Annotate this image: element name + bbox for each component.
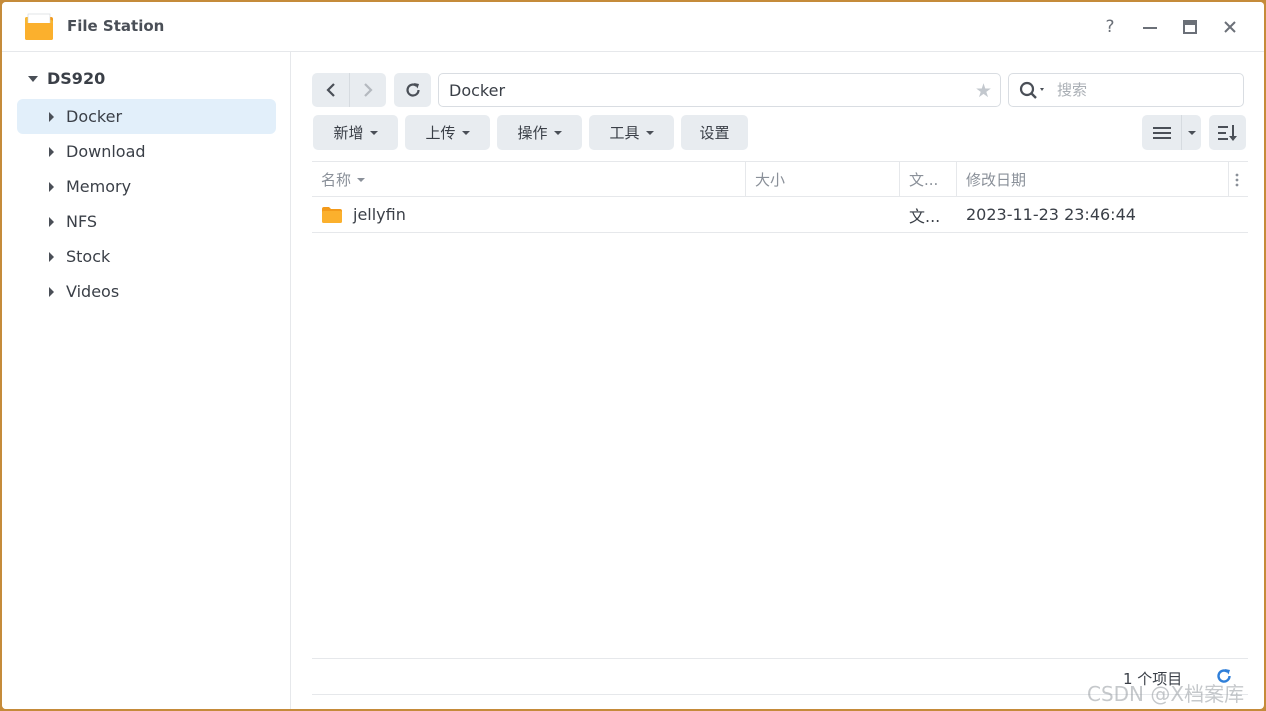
new-label: 新增 [333, 124, 364, 142]
new-button[interactable]: 新增 [313, 115, 398, 150]
sort-icon [1217, 124, 1237, 141]
close-button[interactable] [1219, 16, 1241, 38]
caret-right-icon [49, 181, 54, 192]
action-button[interactable]: 操作 [497, 115, 582, 150]
sidebar-item-memory[interactable]: Memory [17, 169, 276, 204]
path-text: Docker [449, 80, 506, 100]
file-station-app-icon [25, 13, 53, 40]
table-row[interactable]: jellyfin 文... 2023-11-23 23:46:44 [312, 197, 1248, 233]
chevron-down-icon [553, 130, 562, 135]
maximize-button[interactable] [1179, 16, 1201, 38]
caret-right-icon [49, 111, 54, 122]
file-name: jellyfin [353, 205, 406, 224]
caret-right-icon [49, 216, 54, 227]
chevron-down-icon [1187, 130, 1196, 135]
minimize-icon [1143, 27, 1157, 29]
refresh-button[interactable] [394, 73, 431, 107]
settings-label: 设置 [699, 124, 730, 142]
back-button[interactable] [312, 73, 349, 107]
file-size-cell [754, 197, 894, 232]
sidebar-item-nfs[interactable]: NFS [17, 204, 276, 239]
column-header-label: 文... [909, 171, 939, 189]
tree-root-ds920[interactable]: DS920 [28, 69, 105, 88]
file-type-cell: 文... [909, 206, 941, 226]
settings-button[interactable]: 设置 [681, 115, 748, 150]
main-panel: Docker ★ 新增 上传 操作 工具 设置 [292, 52, 1264, 709]
action-label: 操作 [517, 124, 548, 142]
table-header: 名称 大小 文... 修改日期 [312, 161, 1248, 197]
maximize-icon [1183, 20, 1197, 34]
refresh-icon [405, 83, 420, 97]
sidebar-item-label: Download [66, 142, 146, 161]
window-title: File Station [67, 17, 165, 35]
file-list-table: 名称 大小 文... 修改日期 jellyfin 文... 2023-11-23… [312, 161, 1248, 233]
sort-caret-icon [357, 177, 366, 182]
column-menu-button[interactable] [1228, 162, 1248, 197]
chevron-down-icon [645, 130, 654, 135]
column-header-name[interactable]: 名称 [312, 162, 745, 197]
upload-button[interactable]: 上传 [405, 115, 490, 150]
column-header-size[interactable]: 大小 [745, 162, 899, 197]
sidebar-item-label: Docker [66, 107, 123, 126]
title-bar: File Station ? [2, 2, 1264, 52]
folder-icon [322, 206, 342, 223]
sidebar-item-stock[interactable]: Stock [17, 239, 276, 274]
list-view-icon [1152, 126, 1171, 139]
sidebar-item-download[interactable]: Download [17, 134, 276, 169]
caret-right-icon [49, 286, 54, 297]
view-mode-group [1142, 115, 1201, 150]
path-field[interactable]: Docker ★ [438, 73, 1001, 107]
watermark: CSDN @X档案库 [1087, 682, 1245, 706]
star-icon[interactable]: ★ [975, 80, 992, 102]
help-icon: ? [1105, 17, 1115, 37]
caret-right-icon [49, 251, 54, 262]
file-name-cell: jellyfin [321, 197, 741, 232]
column-header-type[interactable]: 文... [899, 162, 956, 197]
upload-label: 上传 [425, 124, 456, 142]
sidebar-item-docker[interactable]: Docker [17, 99, 276, 134]
caret-right-icon [49, 146, 54, 157]
sidebar-item-label: Memory [66, 177, 132, 196]
help-button[interactable]: ? [1099, 16, 1121, 38]
search-input[interactable] [1057, 81, 1227, 99]
column-header-label: 大小 [755, 171, 786, 189]
tree-root-label: DS920 [47, 69, 106, 88]
column-header-modified[interactable]: 修改日期 [956, 162, 1228, 197]
close-icon [1224, 21, 1236, 33]
chevron-down-icon [461, 130, 470, 135]
forward-button[interactable] [349, 73, 386, 107]
list-view-button[interactable] [1142, 115, 1181, 150]
tools-label: 工具 [609, 124, 640, 142]
sidebar-item-label: Videos [66, 282, 120, 301]
column-header-label: 名称 [321, 171, 352, 189]
file-station-window: File Station ? DS920 Docker Download Mem… [2, 2, 1264, 709]
footer-divider [312, 658, 1248, 659]
tools-button[interactable]: 工具 [589, 115, 674, 150]
history-nav [312, 73, 386, 107]
column-header-label: 修改日期 [966, 171, 1027, 189]
sort-button[interactable] [1209, 115, 1246, 150]
sidebar-item-label: Stock [66, 247, 111, 266]
minimize-button[interactable] [1139, 16, 1161, 38]
sidebar-item-label: NFS [66, 212, 98, 231]
caret-down-icon [28, 75, 38, 82]
chevron-down-icon [369, 130, 378, 135]
file-modified-cell: 2023-11-23 23:46:44 [966, 205, 1136, 224]
search-icon[interactable] [1019, 81, 1049, 99]
chevron-right-icon [364, 83, 373, 97]
sidebar-item-videos[interactable]: Videos [17, 274, 276, 309]
more-vertical-icon [1235, 173, 1239, 186]
search-field[interactable] [1008, 73, 1244, 107]
folder-tree-sidebar: DS920 Docker Download Memory NFS Stock V… [2, 52, 291, 709]
chevron-left-icon [325, 83, 335, 97]
view-dropdown-button[interactable] [1181, 115, 1201, 150]
